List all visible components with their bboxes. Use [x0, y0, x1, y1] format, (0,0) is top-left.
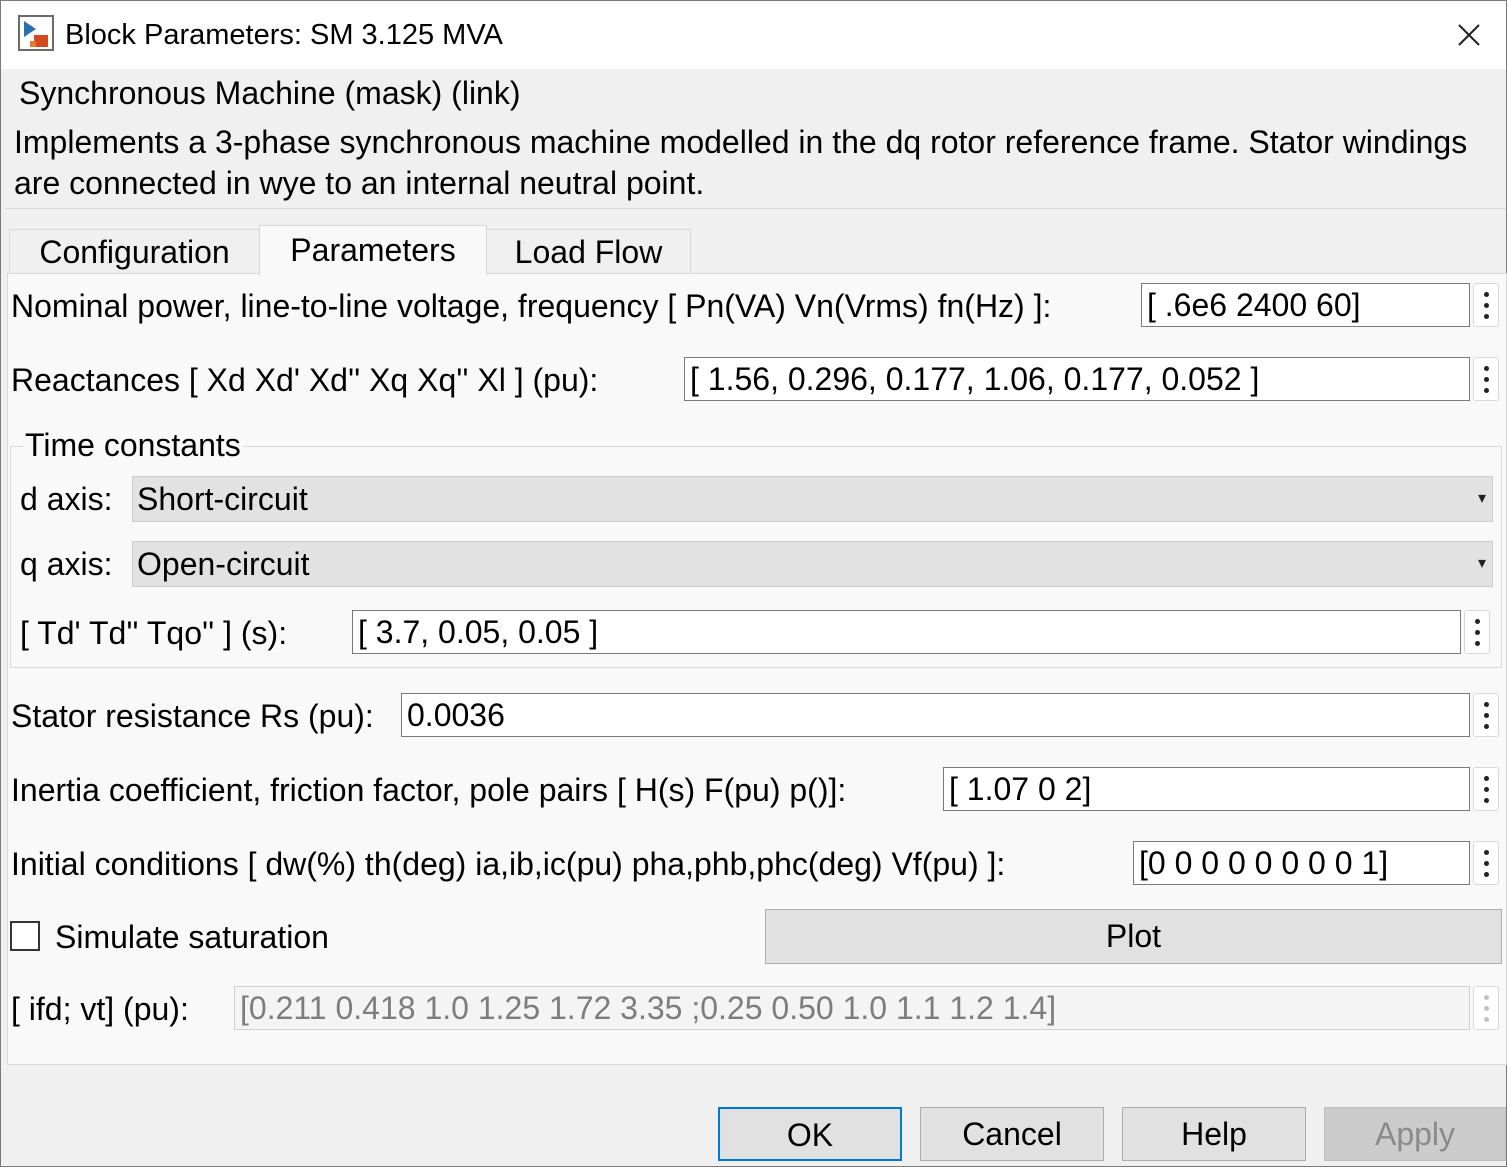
chevron-down-icon: ▾: [1477, 490, 1486, 507]
reactances-field[interactable]: [ 1.56, 0.296, 0.177, 1.06, 0.177, 0.052…: [684, 357, 1470, 401]
tab-configuration[interactable]: Configuration: [9, 229, 260, 274]
simulink-block-icon: [18, 15, 56, 53]
d-axis-select[interactable]: Short-circuit ▾: [132, 476, 1493, 522]
stator-label: Stator resistance Rs (pu):: [11, 698, 374, 734]
d-axis-value: Short-circuit: [137, 481, 308, 517]
more-options-icon[interactable]: [1473, 283, 1499, 327]
time-values-label: [ Td' Td'' Tqo'' ] (s):: [20, 615, 288, 651]
help-button[interactable]: Help: [1122, 1107, 1306, 1161]
q-axis-label: q axis:: [20, 546, 113, 582]
block-parameters-dialog: Block Parameters: SM 3.125 MVA Synchrono…: [0, 0, 1507, 1167]
close-icon[interactable]: [1441, 11, 1497, 59]
tab-parameters[interactable]: Parameters: [259, 225, 487, 276]
d-axis-label: d axis:: [20, 481, 113, 517]
q-axis-select[interactable]: Open-circuit ▾: [132, 541, 1493, 587]
nominal-field[interactable]: [ .6e6 2400 60]: [1141, 283, 1470, 327]
cancel-button[interactable]: Cancel: [920, 1107, 1104, 1161]
more-options-icon: [1473, 986, 1499, 1030]
nominal-label: Nominal power, line-to-line voltage, fre…: [11, 288, 1052, 324]
stator-field[interactable]: 0.0036: [401, 693, 1470, 737]
ifd-vt-field: [0.211 0.418 1.0 1.25 1.72 3.35 ;0.25 0.…: [234, 986, 1470, 1030]
ok-button[interactable]: OK: [718, 1107, 902, 1161]
time-values-field[interactable]: [ 3.7, 0.05, 0.05 ]: [352, 610, 1461, 654]
reactances-label: Reactances [ Xd Xd' Xd'' Xq Xq'' Xl ] (p…: [11, 362, 599, 398]
plot-button[interactable]: Plot: [765, 909, 1502, 964]
window-title: Block Parameters: SM 3.125 MVA: [65, 19, 503, 51]
initial-field[interactable]: [0 0 0 0 0 0 0 0 1]: [1133, 841, 1470, 885]
simulate-saturation-checkbox[interactable]: [10, 921, 40, 951]
mask-description: Implements a 3-phase synchronous machine…: [14, 124, 1468, 201]
inertia-label: Inertia coefficient, friction factor, po…: [11, 772, 847, 808]
simulate-saturation-label: Simulate saturation: [55, 919, 329, 955]
more-options-icon[interactable]: [1464, 610, 1490, 654]
chevron-down-icon: ▾: [1477, 555, 1486, 572]
more-options-icon[interactable]: [1473, 693, 1499, 737]
mask-title: Synchronous Machine (mask) (link): [19, 75, 521, 111]
initial-label: Initial conditions [ dw(%) th(deg) ia,ib…: [11, 846, 1006, 882]
more-options-icon[interactable]: [1473, 767, 1499, 811]
q-axis-value: Open-circuit: [137, 546, 310, 582]
ifd-vt-label: [ ifd; vt] (pu):: [11, 991, 189, 1027]
tab-load-flow[interactable]: Load Flow: [486, 229, 691, 274]
inertia-field[interactable]: [ 1.07 0 2]: [943, 767, 1470, 811]
divider: [5, 208, 1505, 209]
more-options-icon[interactable]: [1473, 841, 1499, 885]
apply-button: Apply: [1324, 1107, 1506, 1161]
time-constants-title: Time constants: [23, 425, 243, 465]
tab-bar: Configuration Parameters Load Flow: [9, 225, 1504, 276]
more-options-icon[interactable]: [1473, 357, 1499, 401]
title-bar: Block Parameters: SM 3.125 MVA: [1, 1, 1506, 69]
